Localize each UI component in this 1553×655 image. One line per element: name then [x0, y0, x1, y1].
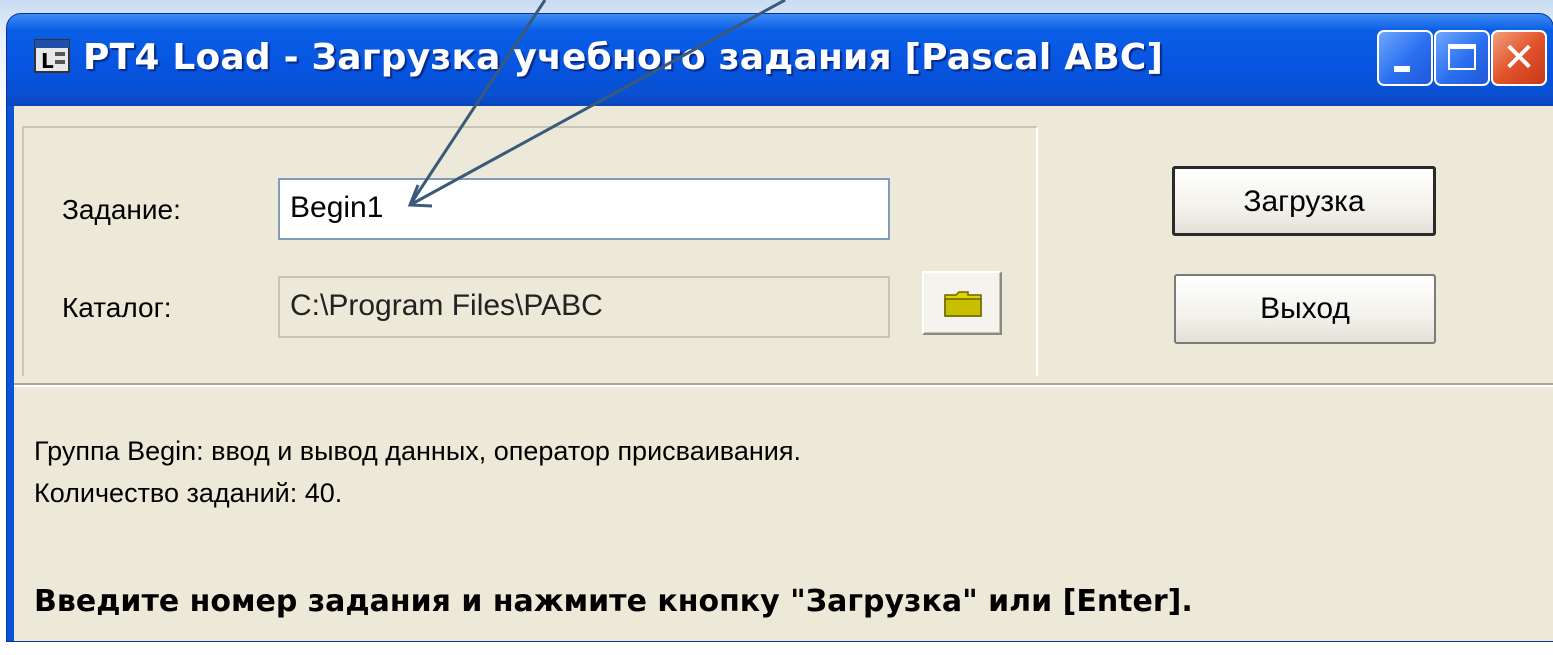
svg-text:L: L — [41, 49, 54, 73]
maximize-button[interactable] — [1434, 30, 1490, 86]
window-title: PT4 Load - Загрузка учебного задания [Pa… — [83, 37, 1164, 78]
pt4-load-window: L PT4 Load - Загрузка учебного задания [… — [7, 14, 1553, 641]
minimize-icon — [1394, 66, 1410, 72]
task-count: Количество заданий: 40. — [34, 478, 343, 508]
browse-folder-button[interactable] — [922, 271, 1002, 335]
task-label: Задание: — [62, 194, 181, 225]
exit-button[interactable]: Выход — [1174, 274, 1436, 344]
load-button[interactable]: Загрузка — [1172, 166, 1436, 236]
divider-highlight — [14, 385, 1553, 387]
close-icon: ✕ — [1502, 35, 1536, 81]
group-description: Группа Begin: ввод и вывод данных, опера… — [34, 436, 801, 466]
task-input[interactable]: Begin1 — [278, 178, 890, 240]
minimize-button[interactable] — [1377, 30, 1433, 86]
maximize-icon — [1448, 44, 1476, 70]
folder-label: Каталог: — [62, 292, 172, 323]
title-bar[interactable]: L PT4 Load - Загрузка учебного задания [… — [7, 14, 1553, 106]
pt4-app-icon: L — [34, 39, 70, 73]
task-group-panel — [22, 126, 1038, 376]
folder-field: C:\Program Files\PABC — [278, 276, 890, 338]
folder-icon — [944, 291, 982, 317]
client-area: Задание: Begin1 Каталог: C:\Program File… — [14, 106, 1553, 641]
close-button[interactable]: ✕ — [1491, 30, 1547, 86]
instruction-text: Введите номер задания и нажмите кнопку "… — [34, 584, 1193, 619]
